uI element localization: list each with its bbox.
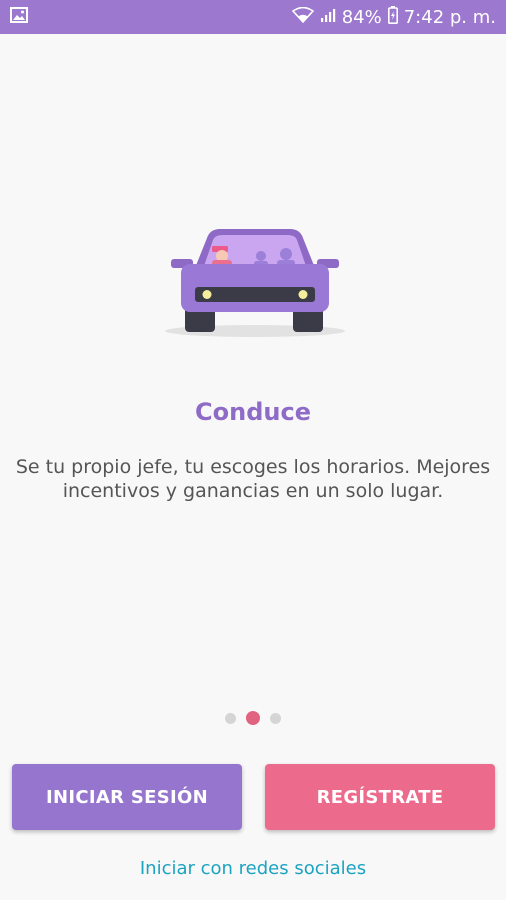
register-button[interactable]: REGÍSTRATE — [265, 764, 495, 830]
onboarding-description: Se tu propio jefe, tu escoges los horari… — [15, 456, 491, 502]
battery-charging-icon — [387, 5, 398, 29]
pager-dot-active[interactable] — [246, 711, 260, 725]
pager-dot[interactable] — [225, 712, 236, 724]
gallery-icon — [10, 7, 28, 27]
wifi-icon — [291, 6, 314, 28]
status-time: 7:42 p. m. — [403, 6, 496, 28]
status-bar: 84% 7:42 p. m. — [0, 0, 506, 34]
signal-icon — [320, 7, 336, 28]
pager-dots — [0, 711, 506, 725]
status-right: 84% 7:42 p. m. — [291, 5, 496, 29]
battery-percent: 84% — [341, 6, 382, 28]
car-illustration — [165, 224, 345, 344]
login-button[interactable]: INICIAR SESIÓN — [12, 764, 242, 830]
onboarding-title: Conduce — [195, 398, 311, 426]
status-left — [10, 7, 28, 27]
pager-dot[interactable] — [270, 712, 281, 724]
social-login-link[interactable]: Iniciar con redes sociales — [0, 858, 506, 879]
